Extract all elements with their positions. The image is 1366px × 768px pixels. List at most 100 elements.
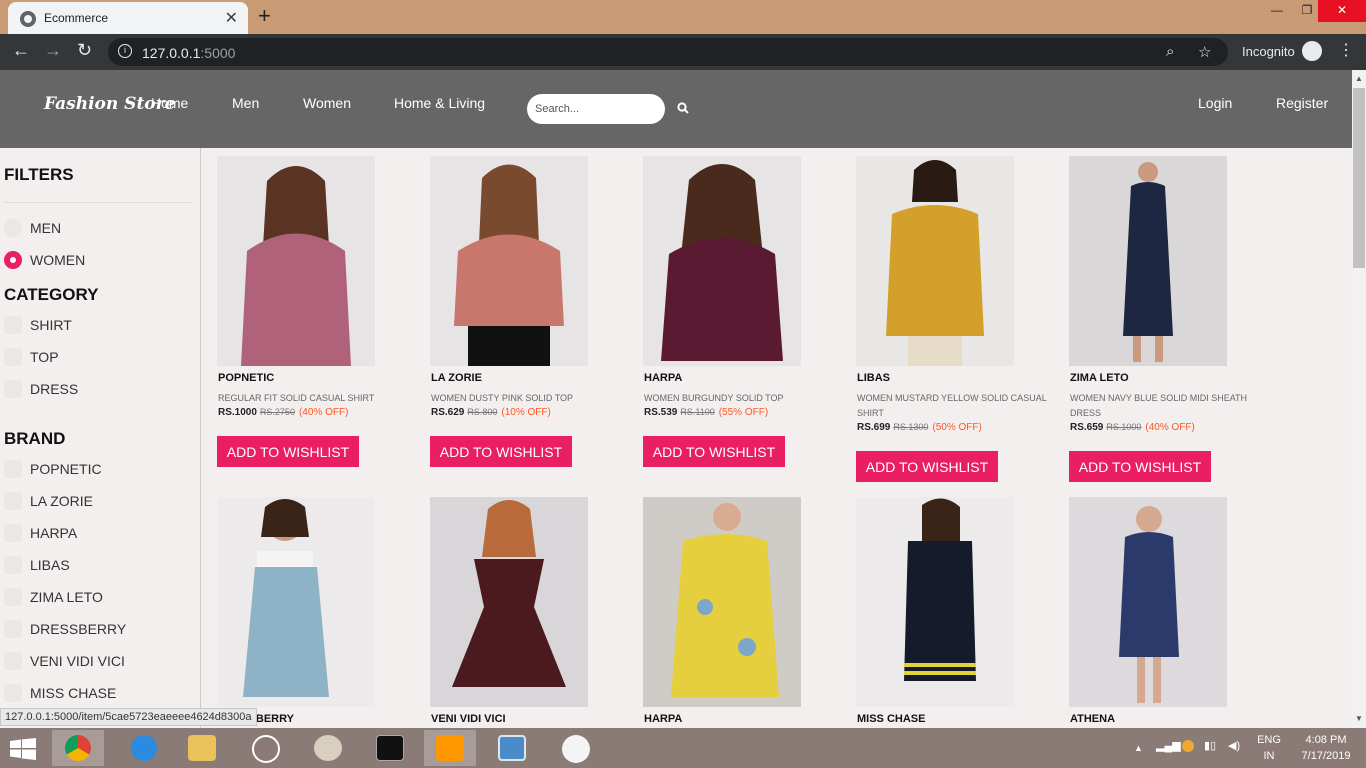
radio-button[interactable] bbox=[4, 219, 22, 237]
window-close-icon[interactable]: ✕ bbox=[1318, 0, 1366, 22]
product-card[interactable]: HARPA bbox=[643, 497, 833, 728]
search-input[interactable] bbox=[527, 94, 665, 124]
brand-label: HARPA bbox=[30, 525, 78, 541]
filters-heading: FILTERS bbox=[4, 165, 74, 184]
site-info-icon[interactable]: i bbox=[118, 44, 132, 58]
hp-icon bbox=[252, 735, 280, 763]
taskbar-command-prompt[interactable] bbox=[364, 730, 416, 766]
checkbox[interactable] bbox=[4, 556, 22, 574]
add-to-wishlist-button[interactable]: ADD TO WISHLIST bbox=[856, 451, 998, 482]
product-card[interactable]: DRESSBERRY bbox=[217, 497, 407, 728]
bookmark-star-icon[interactable]: ☆ bbox=[1198, 43, 1211, 61]
product-mrp: RS.1000 bbox=[1106, 422, 1142, 432]
register-link[interactable]: Register bbox=[1276, 95, 1328, 111]
region-code: IN bbox=[1263, 750, 1275, 762]
scrollbar-thumb[interactable] bbox=[1353, 88, 1365, 268]
scroll-up-icon[interactable]: ▲ bbox=[1355, 74, 1363, 83]
taskbar-chrome[interactable] bbox=[52, 730, 104, 766]
product-name: WOMEN NAVY BLUE SOLID MIDI SHEATH DRESS bbox=[1070, 393, 1248, 418]
taskbar-internet-explorer[interactable] bbox=[118, 730, 170, 766]
product-card[interactable]: LA ZORIE WOMEN DUSTY PINK SOLID TOP RS.6… bbox=[430, 156, 620, 476]
checkbox[interactable] bbox=[4, 524, 22, 542]
battery-icon[interactable]: ▮▯ bbox=[1204, 738, 1216, 754]
checkbox[interactable] bbox=[4, 492, 22, 510]
checkbox[interactable] bbox=[4, 348, 22, 366]
add-to-wishlist-button[interactable]: ADD TO WISHLIST bbox=[643, 436, 785, 467]
incognito-icon[interactable] bbox=[1302, 41, 1322, 61]
checkbox[interactable] bbox=[4, 652, 22, 670]
product-brand: LIBAS bbox=[857, 372, 890, 384]
url-text: 127.0.0.1:5000 bbox=[142, 45, 236, 61]
product-image[interactable] bbox=[430, 497, 588, 707]
input-language[interactable]: ENG IN bbox=[1257, 732, 1281, 764]
network-signal-icon[interactable]: ▂▄▆ bbox=[1156, 738, 1181, 754]
product-card[interactable]: ATHENA bbox=[1069, 497, 1259, 728]
brand-heading: BRAND bbox=[4, 429, 66, 448]
volume-icon[interactable]: ◀) bbox=[1228, 738, 1240, 754]
add-to-wishlist-button[interactable]: ADD TO WISHLIST bbox=[217, 436, 359, 467]
tray-overflow-icon[interactable]: ▲ bbox=[1134, 740, 1143, 756]
product-card[interactable]: HARPA WOMEN BURGUNDY SOLID TOP RS.539 RS.… bbox=[643, 156, 833, 476]
filters-divider bbox=[4, 202, 192, 203]
garment-shape bbox=[671, 534, 779, 697]
tab-close-icon[interactable]: ✕ bbox=[225, 8, 238, 28]
back-arrow-icon[interactable]: ← bbox=[12, 40, 30, 61]
product-brand: ZIMA LETO bbox=[1070, 372, 1129, 384]
checkbox[interactable] bbox=[4, 620, 22, 638]
checkbox[interactable] bbox=[4, 316, 22, 334]
window-minimize-icon[interactable]: — bbox=[1262, 0, 1292, 22]
checkbox[interactable] bbox=[4, 460, 22, 478]
add-to-wishlist-button[interactable]: ADD TO WISHLIST bbox=[430, 436, 572, 467]
nav-home[interactable]: Home bbox=[151, 95, 188, 111]
forward-arrow-icon[interactable]: → bbox=[44, 40, 62, 61]
product-image[interactable] bbox=[856, 156, 1014, 366]
zoom-icon[interactable]: ⌕ bbox=[1166, 43, 1174, 60]
taskbar-hp[interactable] bbox=[240, 730, 292, 766]
taskbar-file-explorer[interactable] bbox=[176, 730, 228, 766]
nav-women[interactable]: Women bbox=[303, 95, 351, 111]
product-image[interactable] bbox=[643, 156, 801, 366]
brand-label: LA ZORIE bbox=[30, 493, 94, 509]
product-card[interactable]: LIBAS WOMEN MUSTARD YELLOW SOLID CASUAL … bbox=[856, 156, 1046, 486]
link-status-bubble: 127.0.0.1:5000/item/5cae5723eaeeee4624d8… bbox=[0, 708, 257, 726]
product-image[interactable] bbox=[217, 497, 375, 707]
product-card[interactable]: VENI VIDI VICI bbox=[430, 497, 620, 728]
product-image[interactable] bbox=[1069, 156, 1227, 366]
new-tab-icon[interactable]: + bbox=[258, 3, 271, 29]
product-image[interactable] bbox=[1069, 497, 1227, 707]
reload-icon[interactable]: ↻ bbox=[77, 40, 92, 61]
windows-start-icon[interactable] bbox=[10, 738, 36, 760]
product-name: WOMEN BURGUNDY SOLID TOP bbox=[644, 393, 784, 403]
nav-home-living[interactable]: Home & Living bbox=[394, 95, 485, 111]
search-icon[interactable] bbox=[677, 102, 689, 114]
nav-men[interactable]: Men bbox=[232, 95, 259, 111]
add-to-wishlist-button[interactable]: ADD TO WISHLIST bbox=[1069, 451, 1211, 482]
browser-menu-icon[interactable]: ⋮ bbox=[1338, 40, 1354, 60]
product-image[interactable] bbox=[217, 156, 375, 366]
product-photo bbox=[661, 164, 783, 361]
system-clock[interactable]: 4:08 PM 7/17/2019 bbox=[1296, 732, 1356, 764]
product-card[interactable]: POPNETIC REGULAR FIT SOLID CASUAL SHIRT … bbox=[217, 156, 407, 476]
taskbar-paint[interactable] bbox=[302, 730, 354, 766]
product-photo bbox=[241, 166, 351, 366]
taskbar-mongodb[interactable] bbox=[550, 730, 602, 766]
checkbox[interactable] bbox=[4, 380, 22, 398]
product-card[interactable]: ZIMA LETO WOMEN NAVY BLUE SOLID MIDI SHE… bbox=[1069, 156, 1259, 486]
login-link[interactable]: Login bbox=[1198, 95, 1232, 111]
checkbox[interactable] bbox=[4, 684, 22, 702]
product-image[interactable] bbox=[643, 497, 801, 707]
browser-tab[interactable]: Ecommerce ✕ bbox=[8, 2, 248, 34]
product-image[interactable] bbox=[856, 497, 1014, 707]
tray-app-icon[interactable] bbox=[1182, 740, 1194, 752]
scroll-down-icon[interactable]: ▼ bbox=[1355, 714, 1363, 723]
product-image[interactable] bbox=[430, 156, 588, 366]
product-price-line: RS.699 RS.1300 (50% OFF) bbox=[857, 422, 982, 433]
checkbox[interactable] bbox=[4, 588, 22, 606]
product-brand: HARPA bbox=[644, 713, 683, 725]
taskbar-sublime-text[interactable] bbox=[424, 730, 476, 766]
product-card[interactable]: MISS CHASE bbox=[856, 497, 1046, 728]
address-bar[interactable]: i 127.0.0.1:5000 ⌕ ☆ bbox=[108, 38, 1228, 66]
radio-button-checked[interactable] bbox=[4, 251, 22, 269]
taskbar-photos[interactable] bbox=[486, 730, 538, 766]
garment-shape bbox=[904, 541, 976, 681]
